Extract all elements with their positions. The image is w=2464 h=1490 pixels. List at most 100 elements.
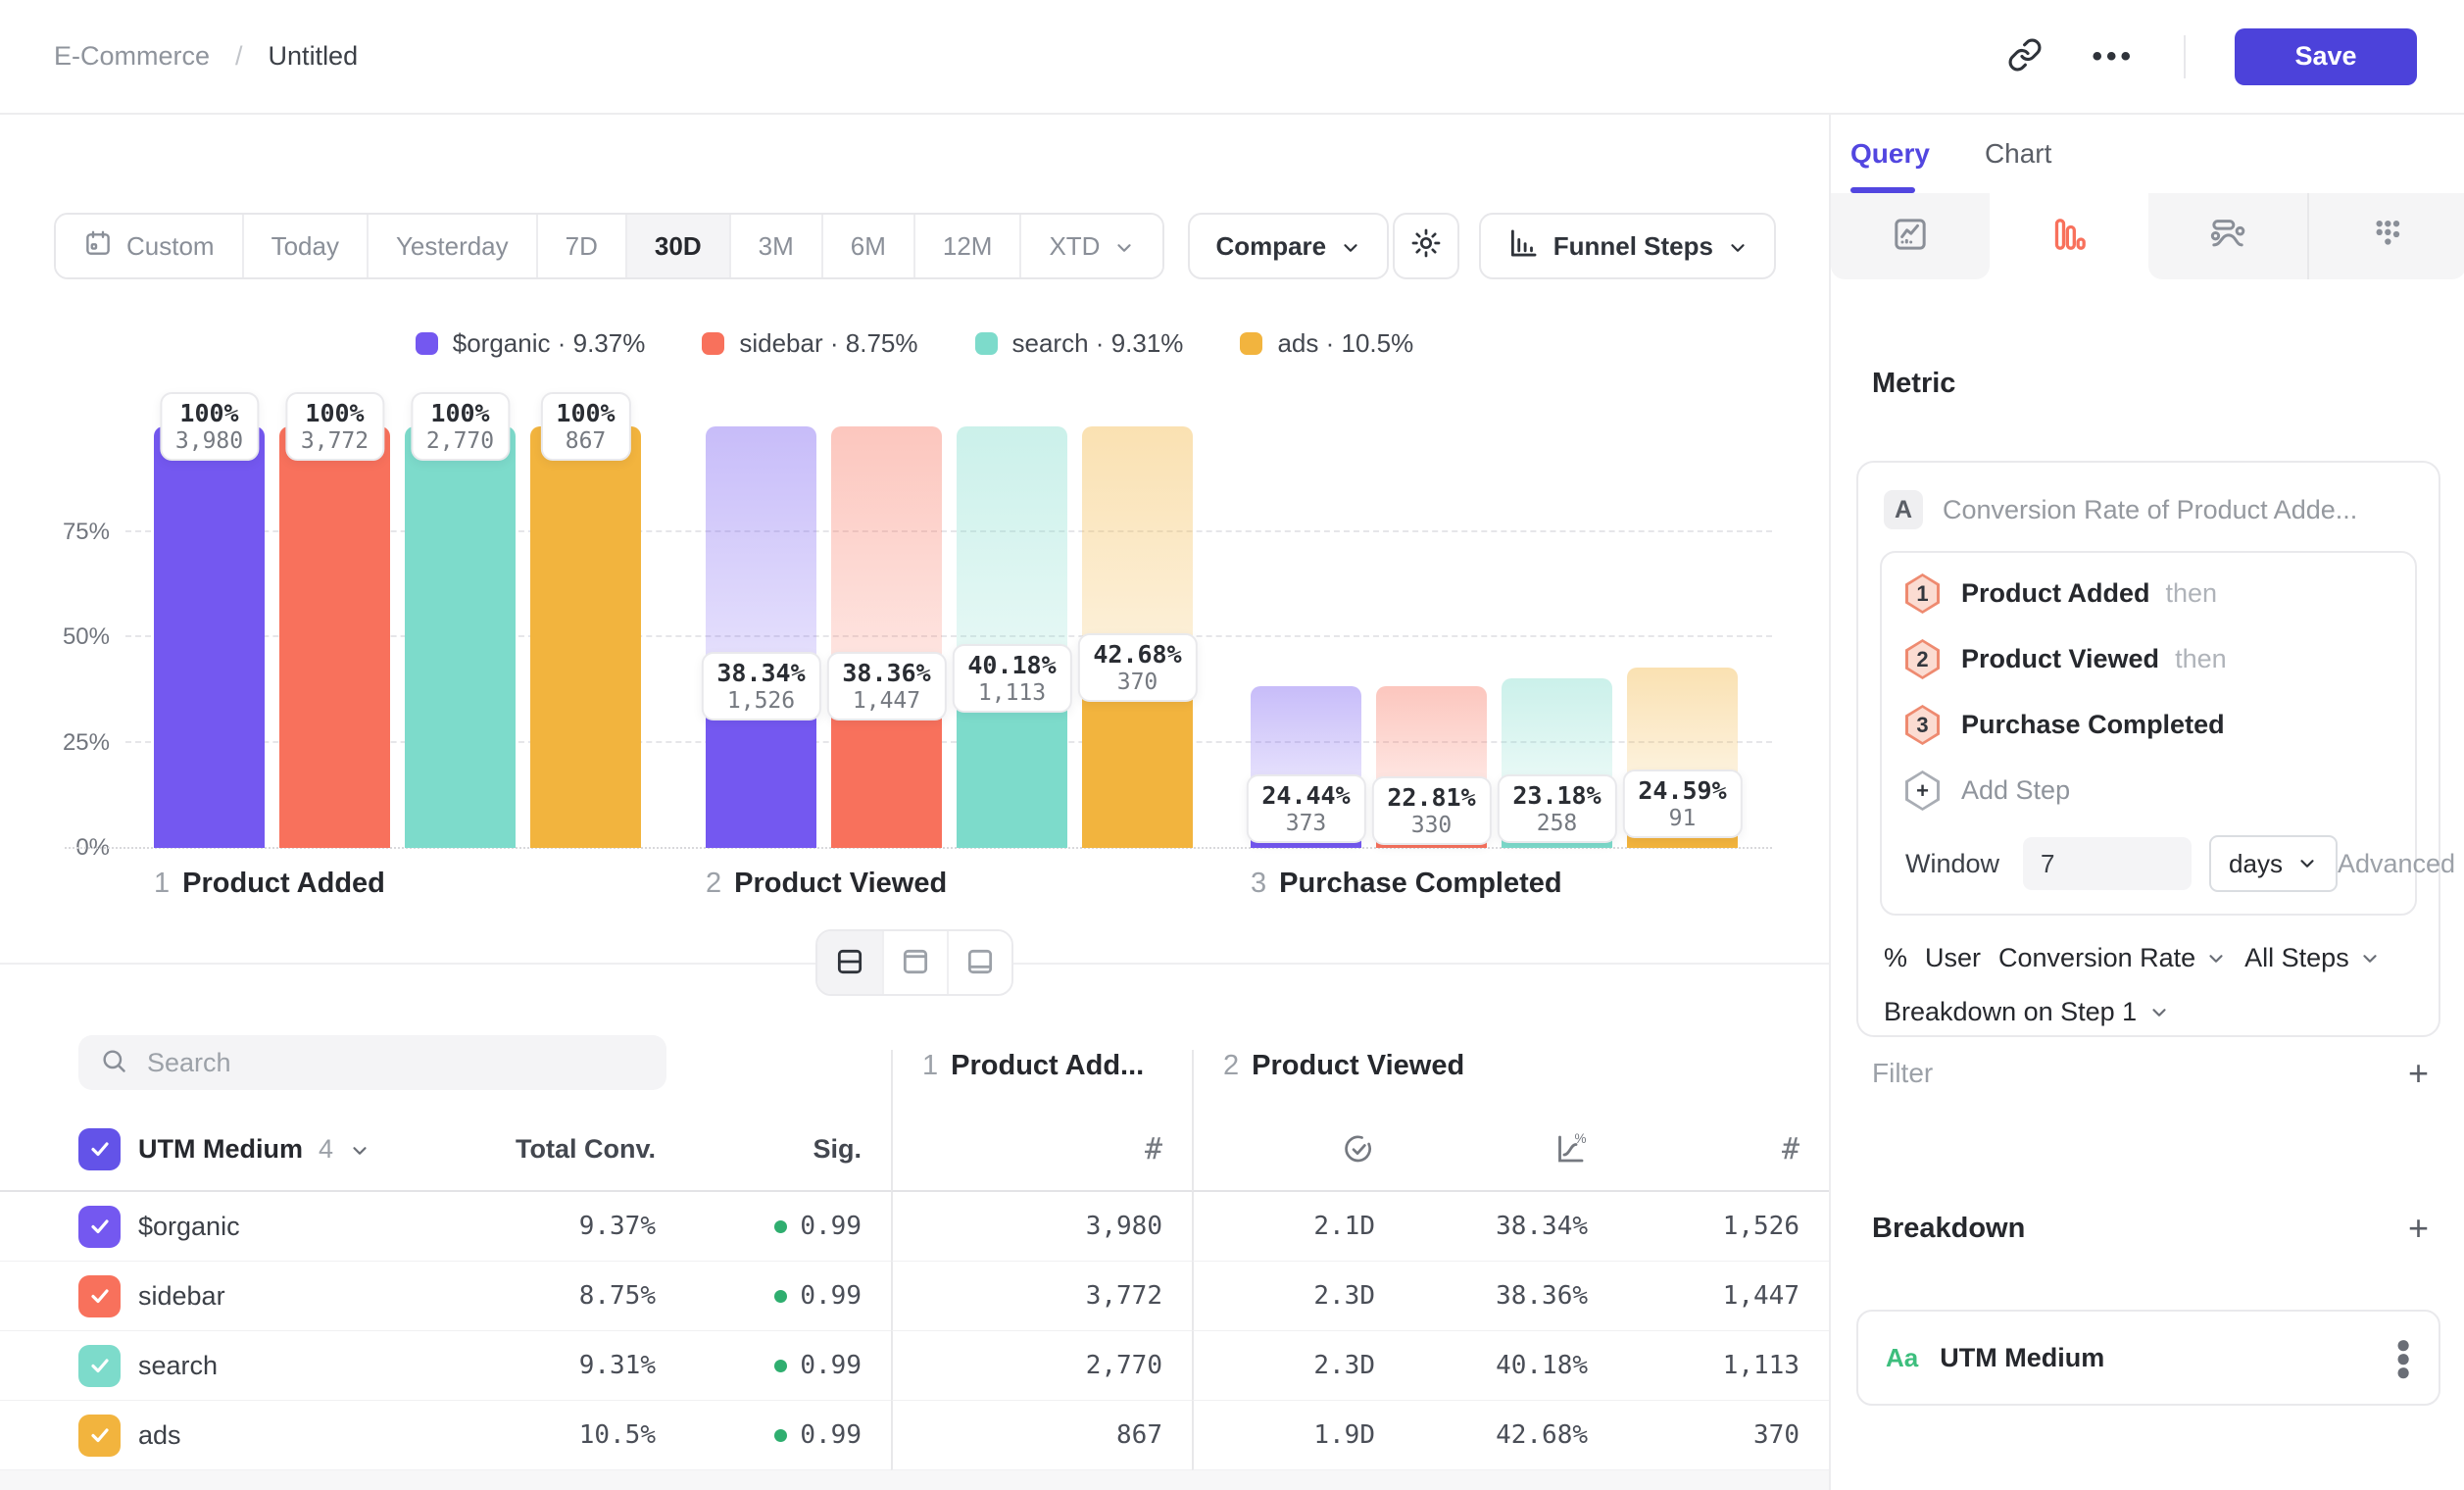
step-axis-label: 1Product Added bbox=[154, 868, 385, 900]
share-link-button[interactable] bbox=[2007, 37, 2043, 75]
funnel-chart-tab[interactable] bbox=[1990, 193, 2148, 279]
table-row-name: ads bbox=[78, 1401, 440, 1470]
total-conv-header[interactable]: Total Conv. bbox=[440, 1108, 685, 1192]
tab-query[interactable]: Query bbox=[1850, 115, 1930, 193]
step2-conv: 38.34% bbox=[1404, 1192, 1617, 1262]
row-checkbox[interactable] bbox=[78, 1415, 121, 1457]
bar-value-label: 23.18%258 bbox=[1497, 774, 1616, 843]
breakdown-item[interactable]: Aa UTM Medium ●●● bbox=[1856, 1310, 2440, 1406]
select-all-checkbox[interactable] bbox=[78, 1128, 121, 1170]
measure-metric-dropdown[interactable]: Conversion Rate bbox=[1998, 943, 2227, 973]
range-6m-button[interactable]: 6M bbox=[821, 215, 913, 277]
funnel-bar[interactable]: 100%2,770 bbox=[405, 426, 516, 848]
breadcrumb-project[interactable]: E-Commerce bbox=[54, 41, 210, 72]
legend-item[interactable]: search · 9.31% bbox=[975, 328, 1184, 359]
tab-chart[interactable]: Chart bbox=[1985, 115, 2051, 193]
more-options-button[interactable]: ••• bbox=[2092, 42, 2135, 72]
count-column-icon[interactable]: # bbox=[1617, 1108, 1829, 1192]
range-30d-button[interactable]: 30D bbox=[625, 215, 729, 277]
table-view-button[interactable] bbox=[947, 931, 1011, 994]
avg-time-column-icon[interactable] bbox=[1192, 1108, 1404, 1192]
bar-value-label: 24.59%91 bbox=[1622, 770, 1742, 838]
conv-rate-column-icon[interactable]: % bbox=[1404, 1108, 1617, 1192]
chart-view-button[interactable] bbox=[882, 931, 947, 994]
range-xtd-button[interactable]: XTD bbox=[1019, 215, 1162, 277]
measure-entity[interactable]: User bbox=[1925, 943, 1981, 973]
funnel-step-row[interactable]: 1 Product Added then bbox=[1882, 561, 2415, 626]
row-checkbox[interactable] bbox=[78, 1345, 121, 1387]
legend-item[interactable]: $organic · 9.37% bbox=[416, 328, 646, 359]
chart-type-button[interactable]: Funnel Steps bbox=[1479, 213, 1776, 279]
step2-conv: 38.36% bbox=[1404, 1262, 1617, 1331]
chart-view-icon bbox=[900, 946, 931, 980]
funnel-bar[interactable]: 100%867 bbox=[530, 426, 641, 848]
legend-item[interactable]: ads · 10.5% bbox=[1240, 328, 1413, 359]
step2-count: 1,526 bbox=[1617, 1192, 1829, 1262]
range-7d-button[interactable]: 7D bbox=[536, 215, 625, 277]
add-breakdown-button[interactable]: + bbox=[2408, 1211, 2429, 1246]
add-filter-button[interactable]: + bbox=[2408, 1056, 2429, 1091]
range-custom-button[interactable]: Custom bbox=[56, 215, 242, 277]
count-column-icon[interactable]: # bbox=[891, 1108, 1192, 1192]
sig-header[interactable]: Sig. bbox=[685, 1108, 891, 1192]
step2-conv: 40.18% bbox=[1404, 1331, 1617, 1401]
row-checkbox[interactable] bbox=[78, 1206, 121, 1248]
insights-chart-tab[interactable] bbox=[1831, 193, 1990, 279]
breakdown-section: Breakdown + bbox=[1872, 1211, 2429, 1246]
breakdown-on-dropdown[interactable]: Breakdown on Step 1 bbox=[1880, 973, 2417, 1027]
funnel-step-row[interactable]: 2 Product Viewed then bbox=[1882, 626, 2415, 692]
date-range-group: Custom Today Yesterday 7D 30D 3M 6M 12M … bbox=[54, 213, 1164, 279]
funnel-bar-solid bbox=[279, 426, 390, 848]
range-3m-button[interactable]: 3M bbox=[729, 215, 821, 277]
chevron-down-icon[interactable] bbox=[349, 1138, 370, 1160]
kebab-menu-icon[interactable]: ●●● bbox=[2395, 1337, 2411, 1379]
chart-settings-button[interactable] bbox=[1393, 213, 1459, 279]
row-checkbox[interactable] bbox=[78, 1275, 121, 1317]
breakdown-label: Breakdown bbox=[1872, 1213, 2025, 1245]
funnel-bar[interactable]: 40.18%1,113 bbox=[957, 426, 1067, 848]
range-today-button[interactable]: Today bbox=[242, 215, 367, 277]
panel-tabs: Query Chart bbox=[1831, 115, 2464, 193]
funnel-bar[interactable]: 38.36%1,447 bbox=[831, 426, 942, 848]
search-input[interactable] bbox=[145, 1047, 645, 1079]
query-panel: Query Chart bbox=[1829, 115, 2464, 1490]
funnel-bar[interactable]: 24.59%91 bbox=[1627, 426, 1738, 848]
sig-dot bbox=[774, 1220, 787, 1233]
window-value-input[interactable] bbox=[2023, 837, 2192, 890]
split-view-button[interactable] bbox=[817, 931, 882, 994]
add-step-row[interactable]: + Add Step bbox=[1882, 758, 2415, 823]
funnel-bar[interactable]: 24.44%373 bbox=[1251, 426, 1361, 848]
legend-swatch bbox=[975, 332, 998, 355]
funnel-bar[interactable]: 100%3,980 bbox=[154, 426, 265, 848]
page-title[interactable]: Untitled bbox=[269, 41, 359, 72]
measure-scope-dropdown[interactable]: All Steps bbox=[2244, 943, 2381, 973]
table-row-name: sidebar bbox=[78, 1262, 440, 1331]
total-conv-value: 10.5% bbox=[440, 1401, 685, 1470]
funnel-bar[interactable]: 23.18%258 bbox=[1502, 426, 1612, 848]
compare-button[interactable]: Compare bbox=[1188, 213, 1389, 279]
metric-card: A Conversion Rate of Product Adde... 1 P… bbox=[1856, 461, 2440, 1037]
step1-count: 3,980 bbox=[891, 1192, 1192, 1262]
table-view-icon bbox=[964, 946, 996, 980]
funnel-step-row[interactable]: 3 Purchase Completed bbox=[1882, 692, 2415, 758]
window-unit-select[interactable]: days bbox=[2209, 835, 2338, 892]
save-button[interactable]: Save bbox=[2235, 28, 2417, 85]
metric-title-row[interactable]: A Conversion Rate of Product Adde... bbox=[1880, 484, 2417, 529]
advanced-toggle[interactable]: Advanced bbox=[2338, 849, 2464, 879]
funnel-bar[interactable]: 22.81%330 bbox=[1376, 426, 1487, 848]
step2-time: 2.3D bbox=[1192, 1331, 1404, 1401]
window-label: Window bbox=[1905, 849, 1999, 879]
legend-item[interactable]: sidebar · 8.75% bbox=[702, 328, 917, 359]
funnel-bar[interactable]: 38.34%1,526 bbox=[706, 426, 816, 848]
flows-chart-tab[interactable] bbox=[2148, 193, 2307, 279]
step1-count: 867 bbox=[891, 1401, 1192, 1470]
funnel-bar[interactable]: 100%3,772 bbox=[279, 426, 390, 848]
range-12m-button[interactable]: 12M bbox=[913, 215, 1020, 277]
retention-chart-tab[interactable] bbox=[2307, 193, 2464, 279]
funnel-bar-solid bbox=[154, 426, 265, 848]
range-yesterday-button[interactable]: Yesterday bbox=[367, 215, 536, 277]
funnel-bar-solid bbox=[405, 426, 516, 848]
funnel-bar[interactable]: 42.68%370 bbox=[1082, 426, 1193, 848]
more-options-icon: ••• bbox=[2092, 42, 2135, 72]
funnel-icon bbox=[2049, 215, 2089, 259]
